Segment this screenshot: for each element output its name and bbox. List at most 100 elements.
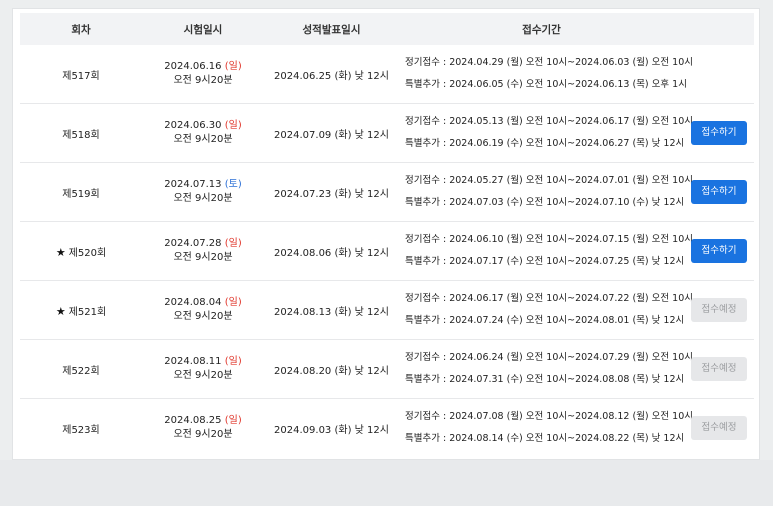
exam-date-cell: 2024.07.28 (일) 오전 9시20분 — [142, 221, 264, 281]
round-cell: 제522회 — [20, 339, 142, 399]
round-label: 제517회 — [62, 70, 100, 82]
regular-period: 정기접수 : 2024.06.10 (월) 오전 10시~2024.07.15 … — [405, 234, 693, 245]
special-period: 특별추가 : 2024.07.31 (수) 오전 10시~2024.08.08 … — [405, 374, 685, 385]
page-bottom-band — [0, 460, 773, 506]
exam-date-cell: 2024.07.13 (토) 오전 9시20분 — [142, 162, 264, 222]
action-cell: 접수예정 — [684, 280, 754, 340]
table-row: 제519회 2024.07.13 (토) 오전 9시20분 2024.07.23 (화… — [20, 162, 754, 222]
apply-scheduled-button: 접수예정 — [691, 298, 747, 322]
exam-schedule-card: 회차 시험일시 성적발표일시 접수기간 제517회 2024.06.16 (일) 오… — [12, 8, 760, 460]
table-row: 제522회 2024.08.11 (일) 오전 9시20분 2024.08.20 (화… — [20, 339, 754, 399]
action-cell: 접수예정 — [684, 398, 754, 457]
exam-date: 2024.07.28 — [164, 238, 222, 249]
period-cell: 정기접수 : 2024.07.08 (월) 오전 10시~2024.08.12 … — [399, 398, 693, 457]
exam-time: 오전 9시20분 — [173, 193, 233, 204]
round-label: 제519회 — [62, 188, 100, 200]
header-period: 접수기간 — [399, 13, 684, 45]
round-cell: ★ 제520회 — [20, 221, 142, 281]
header-exam-date: 시험일시 — [142, 13, 264, 45]
star-icon: ★ — [55, 245, 66, 259]
exam-day: (일) — [224, 297, 242, 308]
special-period: 특별추가 : 2024.07.03 (수) 오전 10시~2024.07.10 … — [405, 197, 685, 208]
result-date-cell: 2024.07.23 (화) 낮 12시 — [264, 162, 399, 222]
regular-period: 정기접수 : 2024.07.08 (월) 오전 10시~2024.08.12 … — [405, 411, 693, 422]
exam-day: (일) — [224, 415, 242, 426]
exam-time: 오전 9시20분 — [173, 75, 233, 86]
exam-schedule-table: 회차 시험일시 성적발표일시 접수기간 제517회 2024.06.16 (일) 오… — [20, 13, 754, 457]
apply-button[interactable]: 접수하기 — [691, 180, 747, 204]
exam-date: 2024.08.04 — [164, 297, 222, 308]
exam-date: 2024.06.30 — [164, 120, 222, 131]
regular-period: 정기접수 : 2024.05.27 (월) 오전 10시~2024.07.01 … — [405, 175, 693, 186]
exam-date-cell: 2024.06.16 (일) 오전 9시20분 — [142, 45, 264, 104]
result-date-cell: 2024.08.13 (화) 낮 12시 — [264, 280, 399, 340]
action-cell — [684, 45, 754, 104]
round-label: 제523회 — [62, 424, 100, 436]
exam-time: 오전 9시20분 — [173, 370, 233, 381]
round-cell: 제518회 — [20, 103, 142, 163]
exam-date: 2024.07.13 — [164, 179, 222, 190]
period-cell: 정기접수 : 2024.06.10 (월) 오전 10시~2024.07.15 … — [399, 221, 693, 281]
table-row: ★ 제520회 2024.07.28 (일) 오전 9시20분 2024.08.06 (… — [20, 221, 754, 281]
exam-day: (토) — [224, 179, 242, 190]
exam-day: (일) — [224, 61, 242, 72]
table-header-row: 회차 시험일시 성적발표일시 접수기간 — [20, 13, 754, 45]
period-cell: 정기접수 : 2024.05.27 (월) 오전 10시~2024.07.01 … — [399, 162, 693, 222]
exam-time: 오전 9시20분 — [173, 311, 233, 322]
table-row: ★ 제521회 2024.08.04 (일) 오전 9시20분 2024.08.13 (… — [20, 280, 754, 340]
action-cell: 접수하기 — [684, 103, 754, 163]
exam-time: 오전 9시20분 — [173, 429, 233, 440]
table-row: 제523회 2024.08.25 (일) 오전 9시20분 2024.09.03 (화… — [20, 398, 754, 457]
apply-button[interactable]: 접수하기 — [691, 239, 747, 263]
star-icon: ★ — [55, 304, 66, 318]
exam-time: 오전 9시20분 — [173, 134, 233, 145]
exam-date: 2024.08.11 — [164, 356, 222, 367]
period-cell: 정기접수 : 2024.06.24 (월) 오전 10시~2024.07.29 … — [399, 339, 693, 399]
header-action — [684, 13, 754, 45]
exam-date-cell: 2024.08.04 (일) 오전 9시20분 — [142, 280, 264, 340]
exam-date: 2024.08.25 — [164, 415, 222, 426]
exam-day: (일) — [224, 238, 242, 249]
exam-day: (일) — [224, 120, 242, 131]
round-label: 제522회 — [62, 365, 100, 377]
action-cell: 접수하기 — [684, 221, 754, 281]
period-cell: 정기접수 : 2024.06.17 (월) 오전 10시~2024.07.22 … — [399, 280, 693, 340]
exam-day: (일) — [224, 356, 242, 367]
apply-scheduled-button: 접수예정 — [691, 416, 747, 440]
apply-scheduled-button: 접수예정 — [691, 357, 747, 381]
round-cell: 제523회 — [20, 398, 142, 457]
round-label: 제518회 — [62, 129, 100, 141]
round-label: 제520회 — [68, 247, 107, 259]
special-period: 특별추가 : 2024.08.14 (수) 오전 10시~2024.08.22 … — [405, 433, 685, 444]
table-row: 제518회 2024.06.30 (일) 오전 9시20분 2024.07.09 (화… — [20, 103, 754, 163]
result-date-cell: 2024.06.25 (화) 낮 12시 — [274, 70, 389, 82]
round-cell: 제519회 — [20, 162, 142, 222]
special-period: 특별추가 : 2024.07.24 (수) 오전 10시~2024.08.01 … — [405, 315, 685, 326]
regular-period: 정기접수 : 2024.06.17 (월) 오전 10시~2024.07.22 … — [405, 293, 693, 304]
exam-date-cell: 2024.08.11 (일) 오전 9시20분 — [142, 339, 264, 399]
result-date-cell: 2024.07.09 (화) 낮 12시 — [264, 103, 399, 163]
result-date-cell: 2024.08.20 (화) 낮 12시 — [264, 339, 399, 399]
round-cell: 제517회 — [20, 45, 142, 104]
action-cell: 접수예정 — [684, 339, 754, 399]
special-period: 특별추가 : 2024.06.05 (수) 오전 10시~2024.06.13 … — [405, 79, 687, 90]
exam-time: 오전 9시20분 — [173, 252, 233, 263]
exam-date-cell: 2024.06.30 (일) 오전 9시20분 — [142, 103, 264, 163]
action-cell: 접수하기 — [684, 162, 754, 222]
period-cell: 정기접수 : 2024.04.29 (월) 오전 10시~2024.06.03 … — [399, 45, 693, 104]
round-cell: ★ 제521회 — [20, 280, 142, 340]
table-row: 제517회 2024.06.16 (일) 오전 9시20분 2024.06.25 (화… — [20, 45, 754, 104]
regular-period: 정기접수 : 2024.05.13 (월) 오전 10시~2024.06.17 … — [405, 116, 693, 127]
result-date-cell: 2024.09.03 (화) 낮 12시 — [264, 398, 399, 457]
exam-date-cell: 2024.08.25 (일) 오전 9시20분 — [142, 398, 264, 457]
exam-date: 2024.06.16 — [164, 61, 222, 72]
table-body: 제517회 2024.06.16 (일) 오전 9시20분 2024.06.25 (화… — [20, 45, 754, 457]
result-date-cell: 2024.08.06 (화) 낮 12시 — [264, 221, 399, 281]
header-result-date: 성적발표일시 — [264, 13, 399, 45]
apply-button[interactable]: 접수하기 — [691, 121, 747, 145]
regular-period: 정기접수 : 2024.04.29 (월) 오전 10시~2024.06.03 … — [405, 57, 693, 68]
regular-period: 정기접수 : 2024.06.24 (월) 오전 10시~2024.07.29 … — [405, 352, 693, 363]
header-round: 회차 — [20, 13, 142, 45]
special-period: 특별추가 : 2024.07.17 (수) 오전 10시~2024.07.25 … — [405, 256, 685, 267]
round-label: 제521회 — [68, 306, 107, 318]
